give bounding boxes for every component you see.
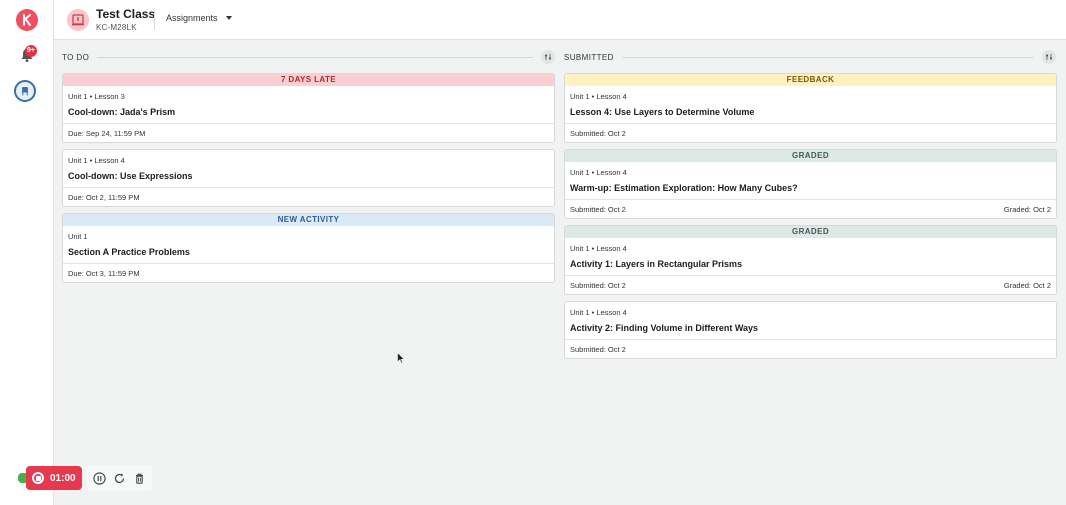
card-body: Unit 1 • Lesson 4 Activity 1: Layers in … [565,238,1056,276]
status-banner: FEEDBACK [565,74,1056,86]
card-body: Unit 1 • Lesson 3 Cool-down: Jada's Pris… [63,86,554,124]
submitted-date: Submitted: Oct 2 [570,344,626,354]
card-footer: Submitted: Oct 2 [565,124,1056,142]
due-date: Due: Oct 2, 11:59 PM [68,192,140,202]
card-unit: Unit 1 [68,232,88,241]
restart-button[interactable] [112,471,126,485]
status-banner: NEW ACTIVITY [63,214,554,226]
card-footer: Due: Sep 24, 11:59 PM [63,124,554,142]
submitted-filter-button[interactable] [1042,50,1056,64]
card-title: Activity 1: Layers in Rectangular Prisms [570,259,743,269]
assignments-dropdown[interactable]: Assignments [166,13,232,23]
card-body: Unit 1 • Lesson 4 Lesson 4: Use Layers t… [565,86,1056,124]
recording-timer: 01:00 [50,472,76,484]
todo-heading: TO DO [62,52,90,62]
recorder-tools [86,465,152,491]
graded-date: Graded: Oct 2 [1003,204,1051,214]
class-avatar-icon [67,9,89,31]
card-body: Unit 1 • Lesson 4 Warm-up: Estimation Ex… [565,162,1056,200]
submitted-heading: SUBMITTED [564,52,614,62]
assignment-card[interactable]: 7 DAYS LATE Unit 1 • Lesson 3 Cool-down:… [62,73,555,143]
screen-recorder: 01:00 [18,465,152,491]
submitted-date: Submitted: Oct 2 [570,204,626,214]
card-unit: Unit 1 • Lesson 4 [68,156,125,165]
card-body: Unit 1 • Lesson 4 Activity 2: Finding Vo… [565,302,1056,340]
card-unit: Unit 1 • Lesson 4 [570,308,627,317]
due-date: Due: Oct 3, 11:59 PM [68,268,140,278]
card-title: Warm-up: Estimation Exploration: How Man… [570,183,798,193]
card-unit: Unit 1 • Lesson 3 [68,92,125,101]
todo-column-header: TO DO [62,50,555,64]
card-unit: Unit 1 • Lesson 4 [570,168,627,177]
assignment-card[interactable]: GRADED Unit 1 • Lesson 4 Activity 1: Lay… [564,225,1057,295]
card-unit: Unit 1 • Lesson 4 [570,92,627,101]
card-title: Cool-down: Use Expressions [68,171,193,181]
caret-down-icon [225,16,232,20]
card-body: Unit 1 • Lesson 4 Cool-down: Use Express… [63,150,554,188]
assignment-card[interactable]: FEEDBACK Unit 1 • Lesson 4 Lesson 4: Use… [564,73,1057,143]
submitted-date: Submitted: Oct 2 [570,128,626,138]
top-header: Test Class KC-M28LK Assignments [54,0,1066,40]
class-nav-button[interactable] [14,80,36,102]
card-title: Activity 2: Finding Volume in Different … [570,323,759,333]
divider [621,56,1034,58]
card-title: Cool-down: Jada's Prism [68,107,176,117]
recorder-handle[interactable] [18,473,26,483]
card-footer: Due: Oct 3, 11:59 PM [63,264,554,282]
card-unit: Unit 1 • Lesson 4 [570,244,627,253]
trash-icon [135,473,143,484]
stop-icon [32,472,44,484]
left-rail: 9+ [0,0,54,505]
status-banner: GRADED [565,226,1056,238]
chair-icon [22,87,28,96]
filter-icon [545,54,551,60]
assignment-card[interactable]: GRADED Unit 1 • Lesson 4 Warm-up: Estima… [564,149,1057,219]
card-title: Lesson 4: Use Layers to Determine Volume [570,107,755,117]
card-body: Unit 1 Section A Practice Problems [63,226,554,264]
submitted-column-header: SUBMITTED [564,50,1056,64]
submitted-date: Submitted: Oct 2 [570,280,626,290]
card-footer: Due: Oct 2, 11:59 PM [63,188,554,206]
due-date: Due: Sep 24, 11:59 PM [68,128,146,138]
status-banner: GRADED [565,150,1056,162]
delete-button[interactable] [132,471,146,485]
stop-recording-button[interactable]: 01:00 [26,466,82,490]
card-footer: Submitted: Oct 2 [565,340,1056,358]
graded-date: Graded: Oct 2 [1003,280,1051,290]
header-divider [154,10,155,30]
filter-icon [1046,54,1052,60]
assignment-card[interactable]: Unit 1 • Lesson 4 Cool-down: Use Express… [62,149,555,207]
notification-badge: 9+ [25,45,37,57]
todo-card-list: 7 DAYS LATE Unit 1 • Lesson 3 Cool-down:… [62,73,555,283]
pause-button[interactable] [92,471,106,485]
todo-filter-button[interactable] [541,50,555,64]
divider [97,56,533,58]
assignment-card[interactable]: NEW ACTIVITY Unit 1 Section A Practice P… [62,213,555,283]
card-footer: Submitted: Oct 2 Graded: Oct 2 [565,276,1056,294]
submitted-card-list: FEEDBACK Unit 1 • Lesson 4 Lesson 4: Use… [564,73,1057,359]
assignments-dropdown-label: Assignments [166,13,218,23]
status-banner: 7 DAYS LATE [63,74,554,86]
card-footer: Submitted: Oct 2 Graded: Oct 2 [565,200,1056,218]
assignment-card[interactable]: Unit 1 • Lesson 4 Activity 2: Finding Vo… [564,301,1057,359]
restart-icon [114,473,124,483]
class-title: Test Class [96,7,156,21]
card-title: Section A Practice Problems [68,247,190,257]
mouse-cursor-icon [397,352,405,364]
class-code: KC-M28LK [96,23,137,32]
pause-icon [92,471,106,485]
app-logo-icon[interactable] [16,9,38,31]
